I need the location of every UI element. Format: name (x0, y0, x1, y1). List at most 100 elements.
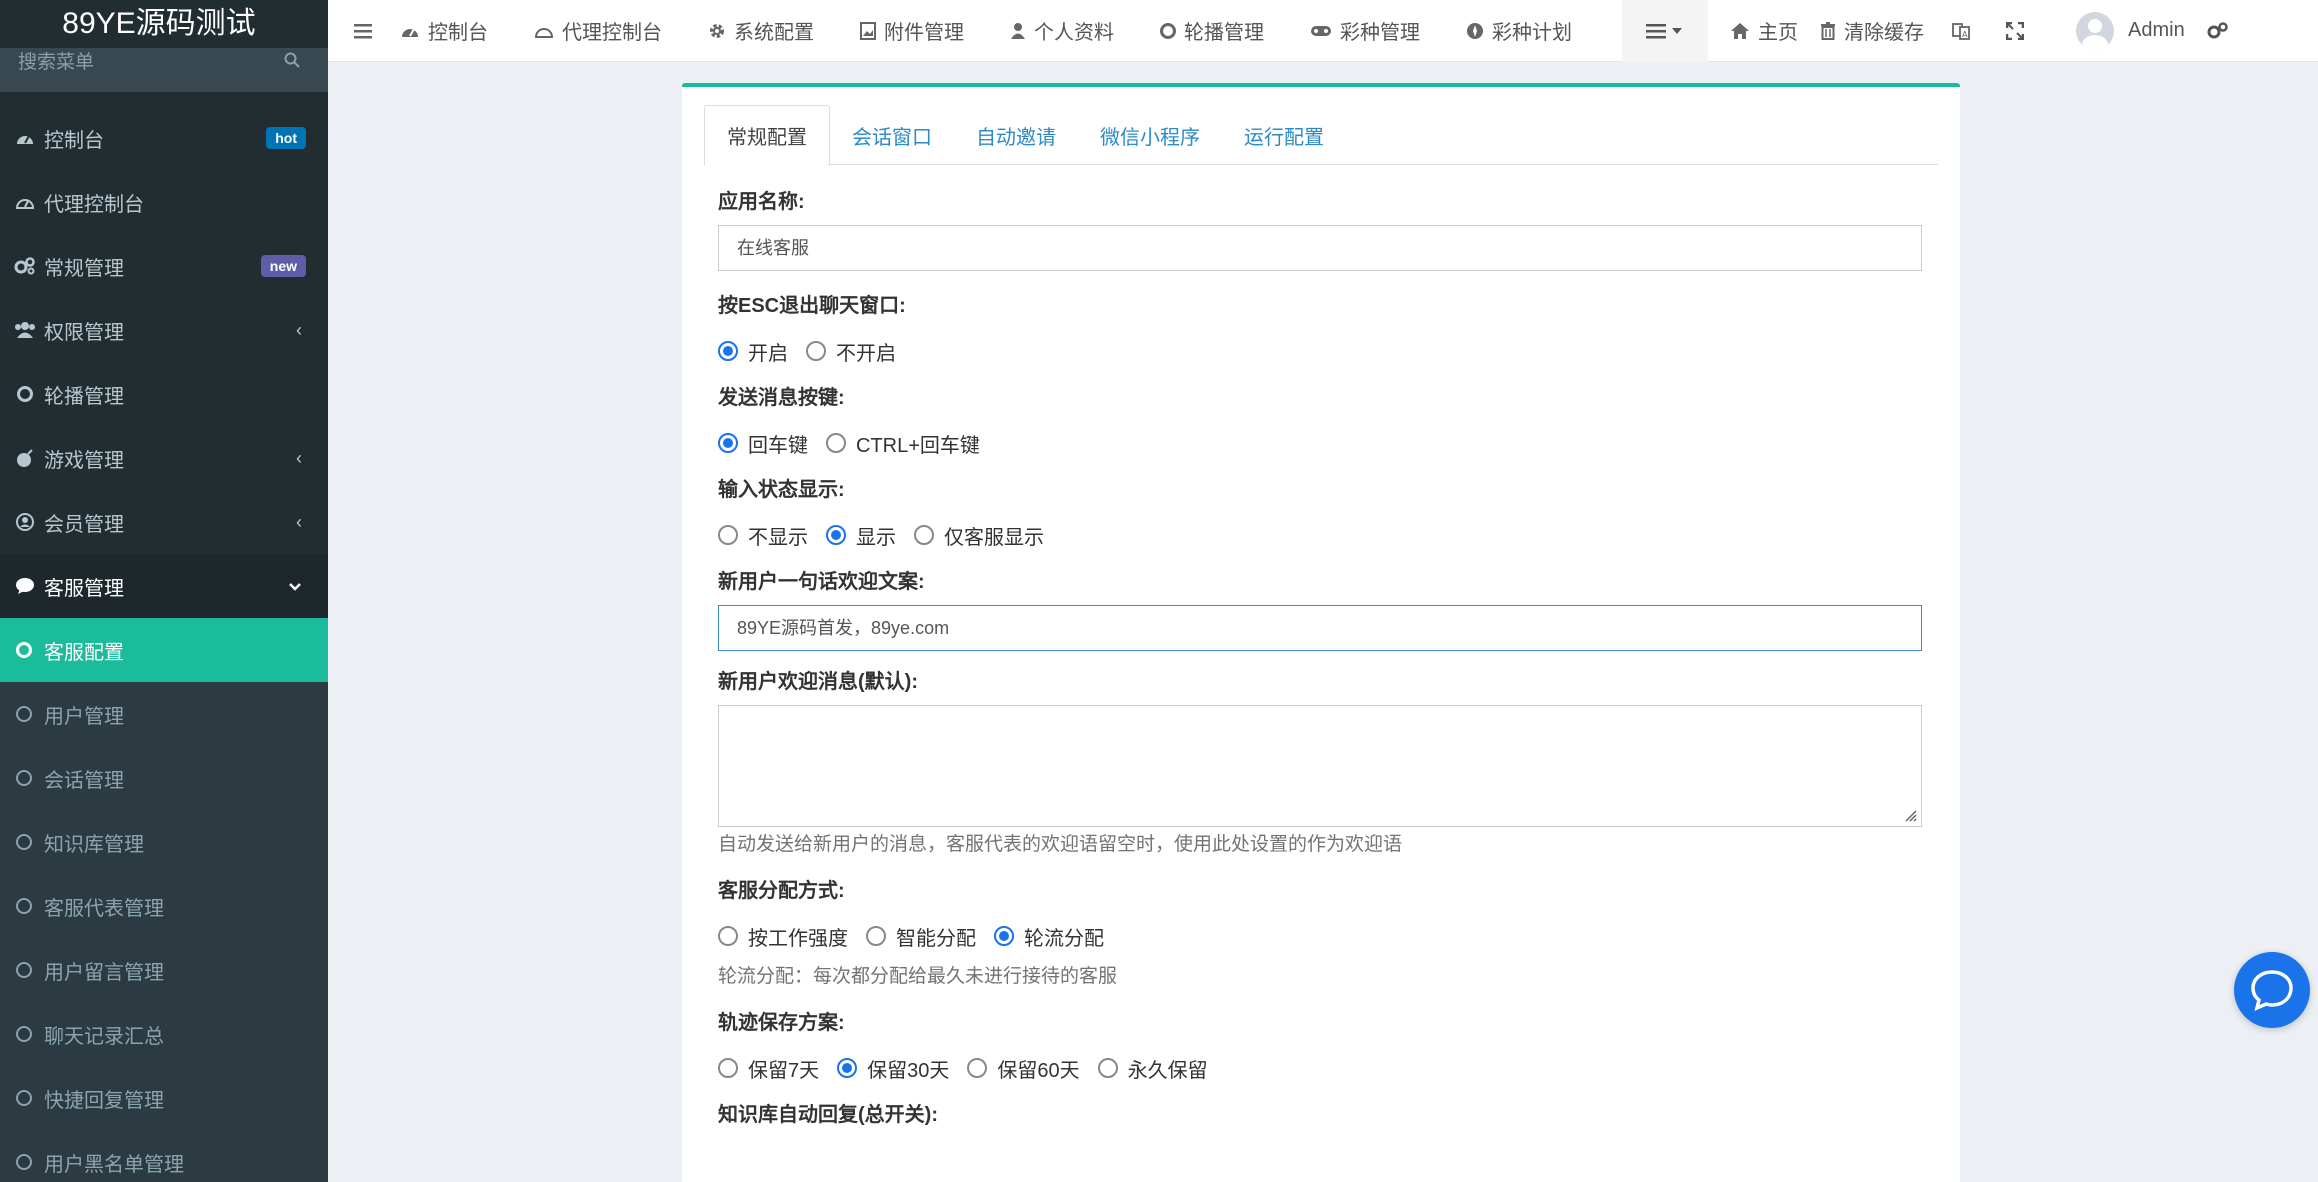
send-key-ctrl-enter-radio[interactable]: CTRL+回车键 (826, 429, 980, 458)
top-navbar: 控制台 代理控制台 系统配置 附件管理 个人资料 轮播管理 彩种管理 彩种计划 … (328, 0, 2318, 62)
sidebar-item-members[interactable]: 会员管理 ‹ (0, 490, 328, 554)
nav-dashboard[interactable]: 控制台 (398, 0, 510, 62)
welcome-line-input[interactable]: 89YE源码首发，89ye.com (718, 605, 1922, 651)
radio-checked-icon (718, 341, 738, 361)
assign-round-robin-radio[interactable]: 轮流分配 (994, 922, 1104, 951)
translate-icon: A (1952, 22, 1970, 40)
sidebar-item-games[interactable]: 游戏管理 ‹ (0, 426, 328, 490)
nav-clear-cache[interactable]: 清除缓存 (1820, 0, 1946, 62)
esc-exit-label: 按ESC退出聊天窗口: (718, 295, 906, 317)
tab-wechat-miniprogram[interactable]: 微信小程序 (1078, 105, 1222, 165)
sidebar-subitem-chat-logs[interactable]: 聊天记录汇总 (0, 1002, 328, 1066)
caret-down-icon (1672, 27, 1682, 34)
typing-status-label: 输入状态显示: (718, 479, 845, 501)
sidebar-subitem-cs-config[interactable]: 客服配置 (0, 618, 328, 682)
sidebar: 89YE源码测试 搜索菜单 控制台 hot 代理控制台 常规管理 new 权限管… (0, 0, 328, 1182)
sidebar-item-label: 控制台 (44, 129, 104, 152)
avatar (2076, 11, 2114, 50)
file-image-icon (860, 21, 876, 40)
sidebar-search[interactable]: 搜索菜单 (0, 48, 328, 92)
sidebar-item-label: 用户管理 (44, 705, 124, 728)
app-logo[interactable]: 89YE源码测试 (0, 0, 328, 48)
send-key-enter-radio[interactable]: 回车键 (718, 429, 808, 458)
assign-smart-radio[interactable]: 智能分配 (866, 922, 976, 951)
sidebar-item-general[interactable]: 常规管理 new (0, 234, 328, 298)
sidebar-subitem-agents[interactable]: 客服代表管理 (0, 874, 328, 938)
translate-button[interactable]: A (1946, 0, 2000, 62)
sidebar-subitem-messages[interactable]: 用户留言管理 (0, 938, 328, 1002)
assign-workload-radio[interactable]: 按工作强度 (718, 922, 848, 951)
sidebar-item-customer-service[interactable]: 客服管理 (0, 554, 328, 618)
radio-unchecked-icon (967, 1058, 988, 1078)
track-60days-radio[interactable]: 保留60天 (967, 1054, 1080, 1083)
user-menu[interactable]: Admin (2054, 0, 2207, 62)
sidebar-item-dashboard[interactable]: 控制台 hot (0, 106, 328, 170)
track-7days-radio[interactable]: 保留7天 (718, 1054, 819, 1083)
radio-label: 显示 (856, 526, 896, 549)
track-label: 轨迹保存方案: (718, 1012, 845, 1034)
nav-lottery-types[interactable]: 彩种管理 (1286, 0, 1442, 62)
tab-auto-invite[interactable]: 自动邀请 (954, 105, 1078, 165)
radio-label: 轮流分配 (1024, 927, 1104, 950)
nav-lottery-plans[interactable]: 彩种计划 (1442, 0, 1594, 62)
typing-status-agent-only-radio[interactable]: 仅客服显示 (914, 521, 1044, 550)
sidebar-item-carousel[interactable]: 轮播管理 (0, 362, 328, 426)
user-name: Admin (2128, 19, 2185, 41)
chevron-left-icon: ‹ (296, 319, 302, 340)
nav-carousel[interactable]: 轮播管理 (1136, 0, 1286, 62)
chat-float-button[interactable] (2234, 952, 2310, 1028)
new-badge: new (260, 255, 306, 277)
assign-help: 轮流分配：每次都分配给最久未进行接待的客服 (718, 966, 1118, 987)
sidebar-item-label: 常规管理 (44, 257, 124, 280)
resize-grip-icon[interactable] (1902, 807, 1918, 823)
esc-exit-on-radio[interactable]: 开启 (718, 337, 788, 366)
nav-menu-dropdown[interactable] (1622, 0, 1708, 62)
radio-label: 仅客服显示 (944, 526, 1044, 549)
rebel-icon (1467, 22, 1483, 39)
search-icon[interactable] (284, 52, 300, 68)
nav-home[interactable]: 主页 (1708, 0, 1820, 62)
trash-icon (1821, 21, 1835, 40)
tab-runtime[interactable]: 运行配置 (1222, 105, 1346, 165)
sidebar-subitem-knowledge[interactable]: 知识库管理 (0, 810, 328, 874)
sidebar-toggle-button[interactable] (328, 0, 398, 62)
nav-label: 个人资料 (1034, 22, 1114, 44)
app-name-input[interactable]: 在线客服 (718, 225, 1922, 271)
send-key-radio-group: 回车键 CTRL+回车键 (718, 425, 1922, 461)
sidebar-item-label: 游戏管理 (44, 449, 124, 472)
esc-exit-off-radio[interactable]: 不开启 (806, 337, 896, 366)
app-name-label: 应用名称: (718, 191, 805, 213)
customer-service-submenu: 客服配置 用户管理 会话管理 知识库管理 客服代表管理 用户留言管理 聊天记录汇… (0, 618, 328, 1182)
sidebar-subitem-quick-replies[interactable]: 快捷回复管理 (0, 1066, 328, 1130)
nav-attachments[interactable]: 附件管理 (836, 0, 986, 62)
fullscreen-button[interactable] (2000, 0, 2054, 62)
sidebar-item-permissions[interactable]: 权限管理 ‹ (0, 298, 328, 362)
circle-icon (16, 962, 32, 978)
tab-chat-window[interactable]: 会话窗口 (830, 105, 954, 165)
config-panel: 常规配置 会话窗口 自动邀请 微信小程序 运行配置 应用名称: 在线客服 按ES… (682, 83, 1960, 1182)
welcome-line-label: 新用户一句话欢迎文案: (718, 571, 925, 593)
nav-profile[interactable]: 个人资料 (986, 0, 1136, 62)
sidebar-subitem-sessions[interactable]: 会话管理 (0, 746, 328, 810)
send-key-label: 发送消息按键: (718, 387, 845, 409)
search-input[interactable]: 搜索菜单 (18, 47, 94, 74)
welcome-msg-help: 自动发送给新用户的消息，客服代表的欢迎语留空时，使用此处设置的作为欢迎语 (718, 834, 1403, 855)
typing-status-show-radio[interactable]: 显示 (826, 521, 896, 550)
cogs-icon (2207, 21, 2228, 38)
nav-agent-dashboard[interactable]: 代理控制台 (510, 0, 684, 62)
sidebar-item-agent-dashboard[interactable]: 代理控制台 (0, 170, 328, 234)
nav-system-config[interactable]: 系统配置 (684, 0, 836, 62)
radio-checked-icon (837, 1058, 858, 1078)
track-30days-radio[interactable]: 保留30天 (837, 1054, 949, 1083)
track-forever-radio[interactable]: 永久保留 (1097, 1054, 1208, 1083)
welcome-msg-textarea[interactable] (718, 705, 1922, 827)
settings-button[interactable] (2207, 0, 2259, 62)
nav-label: 彩种计划 (1492, 22, 1572, 44)
tab-general[interactable]: 常规配置 (704, 105, 830, 166)
user-icon (1011, 22, 1025, 39)
typing-status-hide-radio[interactable]: 不显示 (718, 521, 808, 550)
sidebar-subitem-blacklist[interactable]: 用户黑名单管理 (0, 1130, 328, 1182)
hamburger-icon (354, 23, 372, 38)
navbar-right: 主页 清除缓存 A Admin (1708, 0, 2259, 62)
sidebar-subitem-users[interactable]: 用户管理 (0, 682, 328, 746)
